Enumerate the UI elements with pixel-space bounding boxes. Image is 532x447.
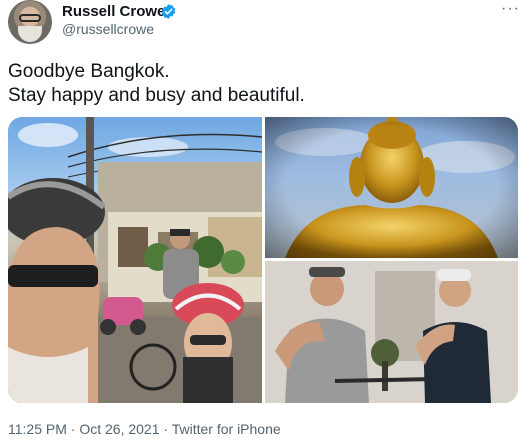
media-grid — [8, 117, 518, 403]
footer-separator-2: · — [159, 421, 172, 437]
tweet-date[interactable]: Oct 26, 2021 — [79, 421, 159, 437]
photo-buddha-image — [265, 117, 518, 258]
tweet-text-line-2: Stay happy and busy and beautiful. — [8, 85, 305, 106]
photo-two-men-image — [265, 261, 518, 403]
photo-selfie-image — [8, 117, 262, 403]
author-handle[interactable]: @russellcrowe — [62, 21, 154, 37]
tweet-header: Russell Crowe @russellcrowe ··· — [0, 0, 532, 48]
verified-badge-icon — [161, 4, 176, 19]
photo-buddha[interactable] — [265, 117, 518, 258]
tweet-footer: 11:25 PM · Oct 26, 2021 · Twitter for iP… — [8, 421, 281, 437]
tweet-text: Goodbye Bangkok. Stay happy and busy and… — [8, 60, 305, 108]
photo-selfie[interactable] — [8, 117, 262, 403]
avatar-beard — [18, 26, 42, 42]
author-name[interactable]: Russell Crowe — [62, 3, 165, 20]
tweet-time[interactable]: 11:25 PM — [8, 421, 67, 437]
avatar[interactable] — [8, 0, 52, 44]
avatar-glasses — [19, 14, 41, 22]
photo-two-men[interactable] — [265, 261, 518, 403]
footer-separator: · — [66, 421, 80, 437]
tweet-text-line-1: Goodbye Bangkok. — [8, 61, 170, 82]
more-horizontal-icon[interactable]: ··· — [501, 0, 520, 18]
tweet-source[interactable]: Twitter for iPhone — [172, 421, 281, 437]
